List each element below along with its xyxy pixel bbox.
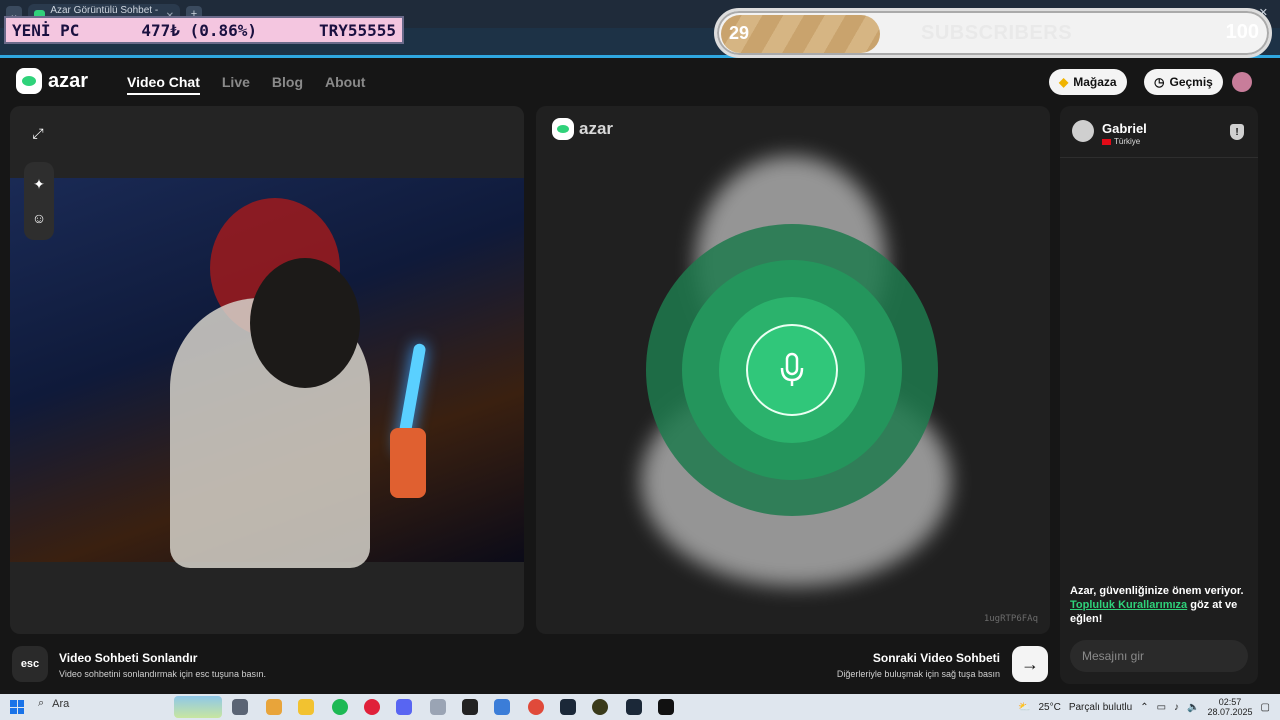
safety-notice: Azar, güvenliğinize önem veriyor. Toplul… [1070, 584, 1250, 626]
clock-icon: ◷ [1154, 75, 1165, 89]
taskbar-clock[interactable]: 02:57 28.07.2025 [1208, 697, 1253, 717]
volume-icon[interactable]: 🔈 [1187, 702, 1199, 713]
camera-lamp [390, 428, 426, 498]
microphone-icon [746, 324, 838, 416]
azar-logo-icon [552, 118, 574, 140]
self-video-panel: ⤢ ✦ ☺ [10, 106, 524, 634]
file-explorer-icon[interactable] [298, 699, 314, 715]
end-chat-title: Video Sohbeti Sonlandır [59, 651, 198, 665]
next-chat-title: Sonraki Video Sohbeti [872, 651, 1000, 665]
clock-date: 28.07.2025 [1207, 707, 1253, 717]
weather-icon: ⛅ [1018, 701, 1031, 713]
chat-header: Gabriel Türkiye ! [1060, 106, 1258, 158]
nav-video-chat[interactable]: Video Chat [127, 74, 200, 95]
app-icon[interactable] [592, 699, 608, 715]
ticker-value: 477₺ (0.86%) [141, 20, 257, 40]
main-nav: Video Chat Live Blog About [127, 74, 365, 95]
weather-temp: 25°C [1038, 701, 1061, 713]
steam-icon[interactable] [626, 699, 642, 715]
microphone-tray-icon[interactable]: ♪ [1174, 702, 1179, 713]
partner-name: Gabriel [1102, 121, 1147, 136]
sparkle-effects-icon[interactable]: ✦ [27, 172, 51, 196]
message-input[interactable] [1070, 640, 1248, 672]
face-filter-icon[interactable]: ☺ [27, 206, 51, 230]
app-icon[interactable] [462, 699, 478, 715]
subscriber-label: SUBSCRIBERS [921, 22, 1073, 44]
partner-azar-watermark: azar [552, 118, 613, 140]
next-chat-info: Sonraki Video Sohbeti Diğerleriyle buluş… [837, 651, 1000, 679]
safety-text: Azar, güvenliğinize önem veriyor. [1070, 585, 1244, 597]
subscriber-goal-overlay: 29 SUBSCRIBERS 100 [714, 8, 1272, 58]
self-camera-feed [10, 178, 524, 568]
app-icon[interactable] [494, 699, 510, 715]
partner-country-label: Türkiye [1114, 137, 1141, 146]
partner-brand-text: azar [579, 119, 614, 138]
weather-text: Parçalı bulutlu [1068, 701, 1133, 713]
nav-live[interactable]: Live [222, 74, 250, 95]
notifications-icon[interactable]: ▢ [1261, 702, 1270, 713]
system-tray: ⛅ 25°C Parçalı bulutlu ⌃ ▭ ♪ 🔈 02:57 28.… [1018, 697, 1270, 717]
end-chat-esc-key[interactable]: esc [12, 646, 48, 682]
ticker-name: YENİ PC [12, 20, 80, 40]
azar-logo-text: azar [48, 69, 89, 92]
tray-chevron-icon[interactable]: ⌃ [1140, 702, 1148, 713]
turkey-flag-icon [1102, 138, 1111, 145]
app-icon[interactable] [658, 699, 674, 715]
azar-logo-icon [16, 68, 42, 94]
copilot-icon[interactable] [266, 699, 282, 715]
history-label: Geçmiş [1169, 75, 1213, 89]
taskbar-search-label: Ara [52, 697, 70, 710]
ticker-code: TRY55555 [318, 20, 396, 40]
search-icon: ⌕ [38, 697, 45, 709]
partner-country: Türkiye [1102, 137, 1140, 146]
profile-avatar[interactable] [1232, 72, 1252, 92]
chat-panel: Gabriel Türkiye ! Azar, güvenliğinize ön… [1060, 106, 1258, 684]
gem-icon: ◆ [1059, 75, 1069, 89]
end-chat-info: Video Sohbeti Sonlandır Video sohbetini … [59, 651, 266, 679]
shop-label: Mağaza [1073, 75, 1117, 89]
chrome-icon[interactable] [528, 699, 544, 715]
effects-toolbar: ✦ ☺ [24, 162, 54, 240]
partner-video-panel: azar 1ugRTP6FAq [536, 106, 1050, 634]
clock-time: 02:57 [1218, 697, 1242, 707]
network-icon[interactable]: ▭ [1157, 702, 1166, 713]
report-shield-icon[interactable]: ! [1230, 124, 1244, 140]
discord-icon[interactable] [396, 699, 412, 715]
task-view-icon[interactable] [232, 699, 248, 715]
next-chat-subtitle: Diğerleriyle buluşmak için sağ tuşa bası… [836, 669, 1000, 679]
windows-start-icon[interactable] [10, 700, 24, 714]
search-highlight-image [174, 696, 222, 718]
partner-avatar[interactable] [1072, 120, 1094, 142]
camera-person-head [250, 258, 360, 388]
subscriber-goal: 100 [1225, 21, 1259, 43]
steam-icon[interactable] [560, 699, 576, 715]
next-chat-button[interactable]: → [1012, 646, 1048, 682]
stock-ticker-overlay: YENİ PC 477₺ (0.86%) TRY55555 [4, 16, 404, 44]
nav-blog[interactable]: Blog [272, 74, 303, 95]
taskbar-search[interactable]: ⌕ Ara [38, 697, 69, 710]
end-chat-subtitle: Video sohbetini sonlandırmak için esc tu… [59, 669, 266, 679]
app-icon[interactable] [430, 699, 446, 715]
expand-icon[interactable]: ⤢ [26, 121, 50, 145]
history-button[interactable]: ◷ Geçmiş [1144, 69, 1223, 95]
nav-about[interactable]: About [325, 74, 365, 95]
shop-button[interactable]: ◆ Mağaza [1049, 69, 1127, 95]
azar-logo[interactable]: azar [16, 68, 88, 94]
spotify-icon[interactable] [332, 699, 348, 715]
subscriber-count: 29 [729, 23, 750, 43]
room-id: 1ugRTP6FAq [983, 614, 1038, 624]
community-guidelines-link[interactable]: Topluluk Kurallarımıza [1070, 599, 1187, 611]
opera-icon[interactable] [364, 699, 380, 715]
